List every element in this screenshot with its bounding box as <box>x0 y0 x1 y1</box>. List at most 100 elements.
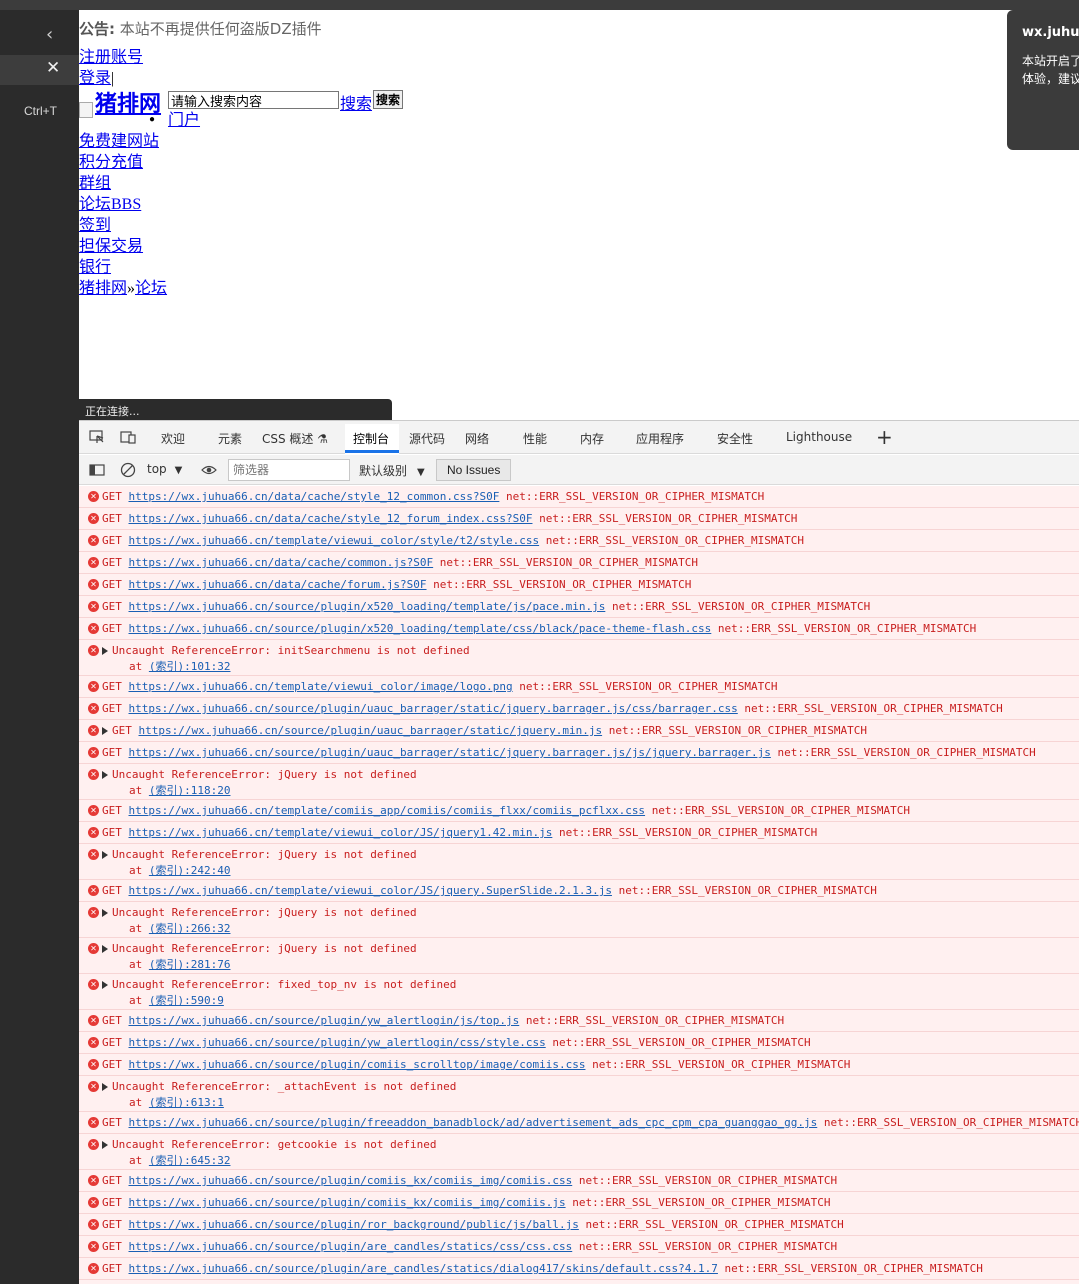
console-error-exception[interactable]: ✕ Uncaught ReferenceError: jQuery is not … <box>79 844 1079 880</box>
console-error-exception[interactable]: ✕ Uncaught ReferenceError: jQuery is not … <box>79 902 1079 938</box>
source-location-link[interactable]: (索引):281:76 <box>149 958 231 971</box>
console-error-network[interactable]: ✕ GET https://wx.juhua66.cn/source/plugin… <box>79 1236 1079 1258</box>
console-error-network[interactable]: ✕ GET https://wx.juhua66.cn/source/plugin… <box>79 742 1079 764</box>
tab-console[interactable]: 控制台 <box>353 430 389 447</box>
source-location-link[interactable]: (索引):590:9 <box>149 994 224 1007</box>
context-selector[interactable]: top ▼ <box>147 462 182 476</box>
console-error-network[interactable]: ✕ GET https://wx.juhua66.cn/template/view… <box>79 676 1079 698</box>
request-url-link[interactable]: https://wx.juhua66.cn/source/plugin/uauc… <box>129 746 771 759</box>
tab-sources[interactable]: 源代码 <box>409 430 445 447</box>
console-error-exception[interactable]: ✕ Uncaught ReferenceError: _attachEvent i… <box>79 1076 1079 1112</box>
request-url-link[interactable]: https://wx.juhua66.cn/source/plugin/comi… <box>129 1174 573 1187</box>
request-url-link[interactable]: https://wx.juhua66.cn/template/viewui_co… <box>129 884 612 897</box>
request-url-link[interactable]: https://wx.juhua66.cn/source/plugin/yw_a… <box>129 1014 520 1027</box>
expand-triangle-icon[interactable] <box>102 1141 108 1149</box>
device-toolbar-icon[interactable] <box>120 430 136 444</box>
request-url-link[interactable]: https://wx.juhua66.cn/source/plugin/free… <box>129 1116 818 1129</box>
console-error-network[interactable]: ✕ GET https://wx.juhua66.cn/template/comi… <box>79 800 1079 822</box>
console-error-network[interactable]: ✕ GET https://wx.juhua66.cn/source/plugin… <box>79 1214 1079 1236</box>
request-url-link[interactable]: https://wx.juhua66.cn/source/plugin/ror_… <box>129 1218 579 1231</box>
request-url-link[interactable]: https://wx.juhua66.cn/source/plugin/uauc… <box>129 702 738 715</box>
nav-link[interactable]: 论坛BBS <box>79 196 141 213</box>
chevron-left-icon[interactable]: ‹ <box>46 24 53 45</box>
expand-triangle-icon[interactable] <box>102 981 108 989</box>
tab-css-overview[interactable]: CSS 概述 ⚗ <box>262 430 328 447</box>
request-url-link[interactable]: https://wx.juhua66.cn/data/cache/forum.j… <box>129 578 427 591</box>
console-error-exception[interactable]: ✕ Uncaught ReferenceError: jQuery is not … <box>79 938 1079 974</box>
console-error-network[interactable]: ✕ GET https://wx.juhua66.cn/data/cache/st… <box>79 486 1079 508</box>
console-error-exception[interactable]: ✕ Uncaught ReferenceError: fixed_top_nv i… <box>79 974 1079 1010</box>
request-url-link[interactable]: https://wx.juhua66.cn/source/plugin/x520… <box>129 600 606 613</box>
expand-triangle-icon[interactable] <box>102 851 108 859</box>
breadcrumb-home[interactable]: 猪排网 <box>79 280 127 297</box>
console-error-network[interactable]: ✕ GET https://wx.juhua66.cn/data/cache/st… <box>79 508 1079 530</box>
login-link[interactable]: 登录 <box>79 70 111 87</box>
console-error-network[interactable]: ✕ GET https://wx.juhua66.cn/source/plugin… <box>79 1192 1079 1214</box>
console-error-network[interactable]: ✕ GET https://wx.juhua66.cn/source/plugin… <box>79 1054 1079 1076</box>
nav-link[interactable]: 群组 <box>79 175 111 192</box>
request-url-link[interactable]: https://wx.juhua66.cn/source/plugin/uauc… <box>139 724 603 737</box>
console-error-network[interactable]: ✕ GET https://wx.juhua66.cn/data/cache/fo… <box>79 574 1079 596</box>
console-error-network[interactable]: ✕ GET https://wx.juhua66.cn/source/plugin… <box>79 1112 1079 1134</box>
clear-console-icon[interactable] <box>120 462 136 478</box>
console-error-network[interactable]: ✕ GET https://wx.juhua66.cn/source/plugin… <box>79 1010 1079 1032</box>
tab-performance[interactable]: 性能 <box>523 430 547 447</box>
search-button[interactable]: 搜索 <box>373 90 404 109</box>
console-error-exception[interactable]: ✕ Uncaught ReferenceError: jQuery is not … <box>79 764 1079 800</box>
expand-triangle-icon[interactable] <box>102 909 108 917</box>
console-error-network[interactable]: ✕ GET https://wx.juhua66.cn/source/plugin… <box>79 1032 1079 1054</box>
search-link[interactable]: 搜索 <box>340 90 372 114</box>
tab-welcome[interactable]: 欢迎 <box>161 430 185 447</box>
tab-memory[interactable]: 内存 <box>580 430 604 447</box>
close-icon[interactable]: ✕ <box>46 58 60 78</box>
console-error-network[interactable]: ✕ GET https://wx.juhua66.cn/source/plugin… <box>79 618 1079 640</box>
nav-link[interactable]: 签到 <box>79 217 111 234</box>
source-location-link[interactable]: (索引):118:20 <box>149 784 231 797</box>
sidebar-toggle-icon[interactable] <box>89 462 105 478</box>
issues-button[interactable]: No Issues <box>436 459 512 481</box>
expand-triangle-icon[interactable] <box>102 727 108 735</box>
request-url-link[interactable]: https://wx.juhua66.cn/source/plugin/are_… <box>129 1262 718 1275</box>
nav-link[interactable]: 银行 <box>79 259 111 276</box>
breadcrumb-forum[interactable]: 论坛 <box>135 280 167 297</box>
live-expression-eye-icon[interactable] <box>201 462 217 478</box>
console-error-network[interactable]: ✕ GET https://wx.juhua66.cn/source/plugin… <box>79 698 1079 720</box>
request-url-link[interactable]: https://wx.juhua66.cn/source/plugin/comi… <box>129 1058 586 1071</box>
console-error-network[interactable]: ✕ GET https://wx.juhua66.cn/data/cache/co… <box>79 552 1079 574</box>
notification-popup[interactable]: wx.juhua 本站开启了 体验，建议 <box>1007 10 1079 150</box>
source-location-link[interactable]: (索引):266:32 <box>149 922 231 935</box>
expand-triangle-icon[interactable] <box>102 647 108 655</box>
request-url-link[interactable]: https://wx.juhua66.cn/template/viewui_co… <box>129 826 553 839</box>
console-error-network[interactable]: ✕ GET https://wx.juhua66.cn/source/plugin… <box>79 720 1079 742</box>
console-error-network[interactable]: ✕ GET https://wx.juhua66.cn/source/plugin… <box>79 596 1079 618</box>
source-location-link[interactable]: (索引):242:40 <box>149 864 231 877</box>
tab-lighthouse[interactable]: Lighthouse <box>786 430 852 444</box>
console-error-exception[interactable]: ✕ Uncaught ReferenceError: initSearchmenu… <box>79 640 1079 676</box>
nav-link[interactable]: 门户 <box>168 112 200 129</box>
nav-link[interactable]: 免费建网站 <box>79 133 159 150</box>
request-url-link[interactable]: https://wx.juhua66.cn/template/viewui_co… <box>129 534 540 547</box>
nav-link[interactable]: 积分充值 <box>79 154 143 171</box>
expand-triangle-icon[interactable] <box>102 1083 108 1091</box>
tab-elements[interactable]: 元素 <box>218 430 242 447</box>
console-error-network[interactable]: ✕ GET https://wx.juhua66.cn/template/view… <box>79 530 1079 552</box>
console-error-exception[interactable]: ✕ Uncaught ReferenceError: getcookie is n… <box>79 1134 1079 1170</box>
request-url-link[interactable]: https://wx.juhua66.cn/template/comiis_ap… <box>129 804 646 817</box>
request-url-link[interactable]: https://wx.juhua66.cn/source/plugin/comi… <box>129 1196 566 1209</box>
request-url-link[interactable]: https://wx.juhua66.cn/source/plugin/yw_a… <box>129 1036 546 1049</box>
console-error-network[interactable]: ✕ GET https://wx.juhua66.cn/template/view… <box>79 880 1079 902</box>
console-error-network[interactable]: ✕ GET https://wx.juhua66.cn/template/view… <box>79 822 1079 844</box>
expand-triangle-icon[interactable] <box>102 945 108 953</box>
register-link[interactable]: 注册账号 <box>79 49 143 66</box>
tab-application[interactable]: 应用程序 <box>636 430 684 447</box>
search-input[interactable] <box>168 91 339 109</box>
nav-link[interactable]: 担保交易 <box>79 238 143 255</box>
console-error-network[interactable]: ✕ GET https://wx.juhua66.cn/source/plugin… <box>79 1258 1079 1280</box>
console-error-network[interactable]: ✕ GET https://wx.juhua66.cn/source/plugin… <box>79 1170 1079 1192</box>
request-url-link[interactable]: https://wx.juhua66.cn/template/viewui_co… <box>129 680 513 693</box>
request-url-link[interactable]: https://wx.juhua66.cn/data/cache/common.… <box>129 556 434 569</box>
request-url-link[interactable]: https://wx.juhua66.cn/source/plugin/x520… <box>129 622 712 635</box>
expand-triangle-icon[interactable] <box>102 771 108 779</box>
source-location-link[interactable]: (索引):613:1 <box>149 1096 224 1109</box>
filter-input[interactable] <box>228 459 350 481</box>
